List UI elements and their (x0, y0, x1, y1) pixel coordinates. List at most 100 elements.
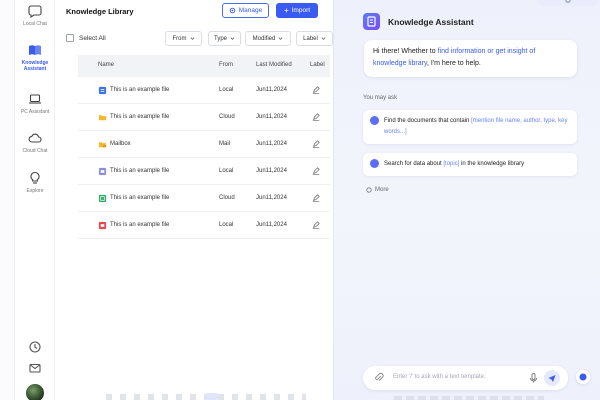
folder-icon (98, 115, 107, 121)
rail-label: Cloud Chat (22, 148, 48, 154)
refresh-icon (366, 187, 372, 193)
file-name: This is an example file (110, 87, 170, 93)
rail-item-cloud-chat[interactable]: Cloud Chat (15, 131, 55, 154)
mail-icon[interactable] (28, 361, 42, 375)
lightbulb-icon (30, 171, 40, 184)
knowledge-assistant-panel: Knowledge Assistant Hi there! Whether to… (333, 0, 600, 400)
file-modified: Jun11,2024 (256, 195, 287, 201)
you-may-ask-label: You may ask (363, 95, 398, 101)
mode-chip[interactable] (537, 0, 599, 6)
history-icon[interactable] (28, 340, 42, 354)
manage-button[interactable]: Manage (222, 3, 269, 18)
edit-label-icon[interactable] (312, 113, 320, 121)
file-modified: Jun11,2024 (256, 168, 287, 174)
suggestion-card[interactable]: Find the documents that contain [mention… (363, 110, 577, 144)
file-name: Mailbox (110, 141, 131, 147)
plus-icon: + (283, 5, 289, 15)
checkbox-icon (66, 34, 74, 42)
filter-type[interactable]: Type (208, 31, 241, 46)
side-rail: Local Chat Knowledge Assistant PC Assist… (15, 0, 55, 400)
suggestion-text: Search for data about (384, 161, 444, 167)
app-window: Local Chat Knowledge Assistant PC Assist… (14, 0, 600, 400)
file-modified: Jun11,2024 (256, 87, 287, 93)
edit-label-icon[interactable] (312, 140, 320, 148)
greeting-text: Hi there! Whether to (373, 48, 438, 55)
file-modified: Jun11,2024 (256, 222, 287, 228)
mode-icon (565, 0, 571, 3)
edit-label-icon[interactable] (312, 221, 320, 229)
table-row[interactable]: This is an example file Cloud Jun11,2024 (78, 104, 330, 131)
disclaimer-text (394, 396, 544, 400)
select-all-label: Select All (79, 34, 106, 42)
assistant-title: Knowledge Assistant (388, 17, 474, 27)
suggestion-placeholder: [topic] (443, 161, 460, 167)
greeting-text-end: , I'm here to help. (426, 60, 481, 67)
filter-modified[interactable]: Modified (245, 31, 291, 46)
table-row[interactable]: This is an example file Local Jun11,2024 (78, 212, 330, 239)
filter-label-dropdown[interactable]: Label (296, 31, 333, 46)
mailbox-folder-icon (98, 142, 107, 148)
file-from: Local (219, 87, 234, 93)
chevron-down-icon (190, 37, 194, 40)
rail-label: Explore (26, 188, 44, 194)
filter-label: Modified (252, 35, 276, 42)
pagination-current-page[interactable] (206, 393, 218, 400)
pdf-file-icon (98, 221, 107, 230)
column-modified[interactable]: Last Modified (256, 62, 292, 68)
edit-label-icon[interactable] (312, 86, 320, 94)
select-all-checkbox[interactable]: Select All (66, 34, 106, 42)
rail-item-explore[interactable]: Explore (15, 171, 55, 194)
table-row[interactable]: This is an example file Local Jun11,2024 (78, 77, 330, 104)
chat-input[interactable]: Enter '/' to ask with a text template. (363, 366, 568, 390)
suggestion-card[interactable]: Search for data about [topic] in the kno… (363, 153, 577, 176)
sparkle-icon (370, 159, 379, 168)
file-name: This is an example file (110, 114, 170, 120)
filter-label: Type (213, 35, 227, 42)
file-name: This is an example file (110, 195, 170, 201)
rail-item-local-chat[interactable]: Local Chat (15, 4, 55, 27)
column-name[interactable]: Name (98, 62, 114, 68)
more-label: More (375, 187, 389, 193)
file-name: This is an example file (110, 168, 170, 174)
table-row[interactable]: This is an example file Cloud Jun11,2024 (78, 185, 330, 212)
filter-from[interactable]: From (165, 31, 202, 46)
send-icon (548, 375, 556, 382)
filter-label: From (172, 35, 187, 42)
file-modified: Jun11,2024 (256, 141, 287, 147)
gear-icon (229, 7, 236, 14)
chat-bubble-icon (28, 5, 42, 18)
send-button[interactable] (544, 370, 560, 386)
file-from: Local (219, 222, 234, 228)
avatar[interactable] (26, 384, 44, 400)
table-row[interactable]: This is an example file Local Jun11,2024 (78, 158, 330, 185)
file-modified: Jun11,2024 (256, 114, 287, 120)
chat-input-placeholder: Enter '/' to ask with a text template. (393, 374, 486, 380)
book-icon (29, 45, 41, 55)
rail-item-knowledge-assistant[interactable]: Knowledge Assistant (15, 43, 55, 72)
sparkle-icon (370, 116, 379, 125)
table-row[interactable]: Mailbox Mail Jun11,2024 (78, 131, 330, 158)
chevron-down-icon (321, 37, 326, 40)
slides-file-icon (98, 167, 107, 176)
manage-label: Manage (238, 7, 263, 14)
import-button[interactable]: + Import (276, 3, 318, 18)
column-from[interactable]: From (219, 62, 233, 68)
cloud-icon (28, 133, 42, 143)
microphone-icon[interactable] (529, 373, 538, 383)
more-suggestions-button[interactable]: More (366, 187, 389, 193)
knowledge-library-panel: Knowledge Library Manage + Import Select… (56, 0, 333, 400)
attachment-icon[interactable] (373, 372, 384, 383)
rail-label: Knowledge Assistant (21, 60, 49, 72)
file-from: Local (219, 168, 234, 174)
assistant-help-button[interactable] (576, 370, 590, 384)
rail-item-pc-assistant[interactable]: PC Assistant (15, 92, 55, 115)
file-from: Mail (219, 141, 231, 147)
sheet-file-icon (98, 194, 107, 203)
chevron-down-icon (278, 37, 283, 40)
rail-label: PC Assistant (20, 109, 50, 115)
column-label[interactable]: Label (310, 62, 325, 68)
edit-label-icon[interactable] (312, 194, 320, 202)
assistant-logo-icon (363, 13, 380, 30)
edit-label-icon[interactable] (312, 167, 320, 175)
suggestion-text-end: in the knowledge library (459, 161, 525, 167)
